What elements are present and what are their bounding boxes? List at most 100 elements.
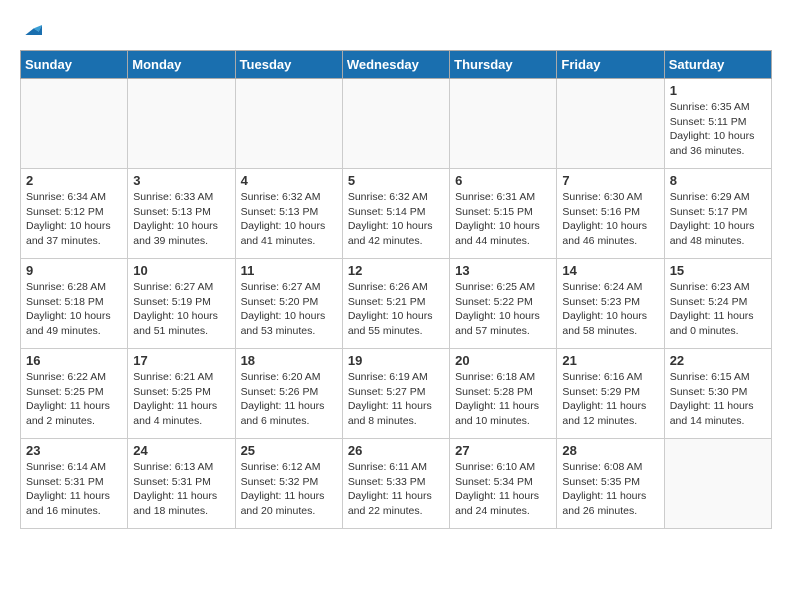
day-number: 17 — [133, 353, 229, 368]
day-info: Sunrise: 6:08 AM Sunset: 5:35 PM Dayligh… — [562, 460, 658, 519]
day-cell: 9 Sunrise: 6:28 AM Sunset: 5:18 PM Daylig… — [21, 259, 128, 349]
day-cell — [21, 79, 128, 169]
day-number: 12 — [348, 263, 444, 278]
day-cell: 10 Sunrise: 6:27 AM Sunset: 5:19 PM Dayli… — [128, 259, 235, 349]
day-number: 20 — [455, 353, 551, 368]
day-cell: 25 Sunrise: 6:12 AM Sunset: 5:32 PM Dayli… — [235, 439, 342, 529]
calendar: SundayMondayTuesdayWednesdayThursdayFrid… — [20, 50, 772, 529]
day-info: Sunrise: 6:32 AM Sunset: 5:14 PM Dayligh… — [348, 190, 444, 249]
day-number: 27 — [455, 443, 551, 458]
day-cell: 21 Sunrise: 6:16 AM Sunset: 5:29 PM Dayli… — [557, 349, 664, 439]
day-number: 6 — [455, 173, 551, 188]
day-cell: 15 Sunrise: 6:23 AM Sunset: 5:24 PM Dayli… — [664, 259, 771, 349]
day-number: 11 — [241, 263, 337, 278]
day-cell — [342, 79, 449, 169]
day-info: Sunrise: 6:18 AM Sunset: 5:28 PM Dayligh… — [455, 370, 551, 429]
day-info: Sunrise: 6:14 AM Sunset: 5:31 PM Dayligh… — [26, 460, 122, 519]
week-row-5: 23Sunrise: 6:14 AM Sunset: 5:31 PM Dayli… — [21, 439, 772, 529]
day-cell: 18 Sunrise: 6:20 AM Sunset: 5:26 PM Dayli… — [235, 349, 342, 439]
day-info: Sunrise: 6:33 AM Sunset: 5:13 PM Dayligh… — [133, 190, 229, 249]
day-number: 3 — [133, 173, 229, 188]
day-info: Sunrise: 6:27 AM Sunset: 5:20 PM Dayligh… — [241, 280, 337, 339]
weekday-header-wednesday: Wednesday — [342, 51, 449, 79]
day-cell: 17 Sunrise: 6:21 AM Sunset: 5:25 PM Dayli… — [128, 349, 235, 439]
week-row-3: 9 Sunrise: 6:28 AM Sunset: 5:18 PM Daylig… — [21, 259, 772, 349]
day-number: 1 — [670, 83, 766, 98]
day-number: 22 — [670, 353, 766, 368]
day-number: 24 — [133, 443, 229, 458]
day-info: Sunrise: 6:21 AM Sunset: 5:25 PM Dayligh… — [133, 370, 229, 429]
day-info: Sunrise: 6:28 AM Sunset: 5:18 PM Dayligh… — [26, 280, 122, 339]
day-info: Sunrise: 6:32 AM Sunset: 5:13 PM Dayligh… — [241, 190, 337, 249]
day-info: Sunrise: 6:13 AM Sunset: 5:31 PM Dayligh… — [133, 460, 229, 519]
day-cell: 24 Sunrise: 6:13 AM Sunset: 5:31 PM Dayli… — [128, 439, 235, 529]
day-info: Sunrise: 6:30 AM Sunset: 5:16 PM Dayligh… — [562, 190, 658, 249]
week-row-1: 1 Sunrise: 6:35 AM Sunset: 5:11 PM Daylig… — [21, 79, 772, 169]
day-cell: 3 Sunrise: 6:33 AM Sunset: 5:13 PM Daylig… — [128, 169, 235, 259]
day-cell: 8 Sunrise: 6:29 AM Sunset: 5:17 PM Daylig… — [664, 169, 771, 259]
day-number: 4 — [241, 173, 337, 188]
day-info: Sunrise: 6:31 AM Sunset: 5:15 PM Dayligh… — [455, 190, 551, 249]
day-number: 9 — [26, 263, 122, 278]
day-cell: 16 Sunrise: 6:22 AM Sunset: 5:25 PM Dayli… — [21, 349, 128, 439]
weekday-header-friday: Friday — [557, 51, 664, 79]
day-cell: 14 Sunrise: 6:24 AM Sunset: 5:23 PM Dayli… — [557, 259, 664, 349]
day-info: Sunrise: 6:20 AM Sunset: 5:26 PM Dayligh… — [241, 370, 337, 429]
weekday-header-row: SundayMondayTuesdayWednesdayThursdayFrid… — [21, 51, 772, 79]
logo — [20, 20, 42, 40]
day-number: 14 — [562, 263, 658, 278]
day-number: 7 — [562, 173, 658, 188]
day-cell: 11 Sunrise: 6:27 AM Sunset: 5:20 PM Dayli… — [235, 259, 342, 349]
weekday-header-thursday: Thursday — [450, 51, 557, 79]
day-number: 16 — [26, 353, 122, 368]
day-info: Sunrise: 6:35 AM Sunset: 5:11 PM Dayligh… — [670, 100, 766, 159]
day-info: Sunrise: 6:19 AM Sunset: 5:27 PM Dayligh… — [348, 370, 444, 429]
day-info: Sunrise: 6:27 AM Sunset: 5:19 PM Dayligh… — [133, 280, 229, 339]
weekday-header-saturday: Saturday — [664, 51, 771, 79]
day-cell: 23Sunrise: 6:14 AM Sunset: 5:31 PM Dayli… — [21, 439, 128, 529]
day-cell: 6 Sunrise: 6:31 AM Sunset: 5:15 PM Daylig… — [450, 169, 557, 259]
day-info: Sunrise: 6:12 AM Sunset: 5:32 PM Dayligh… — [241, 460, 337, 519]
day-info: Sunrise: 6:22 AM Sunset: 5:25 PM Dayligh… — [26, 370, 122, 429]
day-cell: 20 Sunrise: 6:18 AM Sunset: 5:28 PM Dayli… — [450, 349, 557, 439]
day-number: 5 — [348, 173, 444, 188]
day-number: 19 — [348, 353, 444, 368]
day-cell: 28 Sunrise: 6:08 AM Sunset: 5:35 PM Dayli… — [557, 439, 664, 529]
day-number: 21 — [562, 353, 658, 368]
day-cell: 5 Sunrise: 6:32 AM Sunset: 5:14 PM Daylig… — [342, 169, 449, 259]
weekday-header-tuesday: Tuesday — [235, 51, 342, 79]
weekday-header-sunday: Sunday — [21, 51, 128, 79]
day-cell: 2 Sunrise: 6:34 AM Sunset: 5:12 PM Daylig… — [21, 169, 128, 259]
logo-icon — [22, 20, 42, 40]
day-cell: 7 Sunrise: 6:30 AM Sunset: 5:16 PM Daylig… — [557, 169, 664, 259]
day-info: Sunrise: 6:15 AM Sunset: 5:30 PM Dayligh… — [670, 370, 766, 429]
day-number: 28 — [562, 443, 658, 458]
day-info: Sunrise: 6:25 AM Sunset: 5:22 PM Dayligh… — [455, 280, 551, 339]
day-cell: 4 Sunrise: 6:32 AM Sunset: 5:13 PM Daylig… — [235, 169, 342, 259]
day-cell — [557, 79, 664, 169]
day-info: Sunrise: 6:23 AM Sunset: 5:24 PM Dayligh… — [670, 280, 766, 339]
day-cell: 1 Sunrise: 6:35 AM Sunset: 5:11 PM Daylig… — [664, 79, 771, 169]
day-cell — [450, 79, 557, 169]
day-cell: 12Sunrise: 6:26 AM Sunset: 5:21 PM Dayli… — [342, 259, 449, 349]
day-info: Sunrise: 6:29 AM Sunset: 5:17 PM Dayligh… — [670, 190, 766, 249]
day-cell — [235, 79, 342, 169]
day-cell: 27Sunrise: 6:10 AM Sunset: 5:34 PM Dayli… — [450, 439, 557, 529]
day-info: Sunrise: 6:34 AM Sunset: 5:12 PM Dayligh… — [26, 190, 122, 249]
day-cell: 19 Sunrise: 6:19 AM Sunset: 5:27 PM Dayli… — [342, 349, 449, 439]
day-number: 2 — [26, 173, 122, 188]
day-number: 10 — [133, 263, 229, 278]
day-cell — [128, 79, 235, 169]
day-info: Sunrise: 6:11 AM Sunset: 5:33 PM Dayligh… — [348, 460, 444, 519]
day-number: 15 — [670, 263, 766, 278]
day-number: 8 — [670, 173, 766, 188]
day-info: Sunrise: 6:16 AM Sunset: 5:29 PM Dayligh… — [562, 370, 658, 429]
week-row-4: 16 Sunrise: 6:22 AM Sunset: 5:25 PM Dayli… — [21, 349, 772, 439]
day-number: 13 — [455, 263, 551, 278]
day-number: 26 — [348, 443, 444, 458]
weekday-header-monday: Monday — [128, 51, 235, 79]
day-cell: 22 Sunrise: 6:15 AM Sunset: 5:30 PM Dayli… — [664, 349, 771, 439]
day-number: 25 — [241, 443, 337, 458]
day-info: Sunrise: 6:24 AM Sunset: 5:23 PM Dayligh… — [562, 280, 658, 339]
day-number: 18 — [241, 353, 337, 368]
